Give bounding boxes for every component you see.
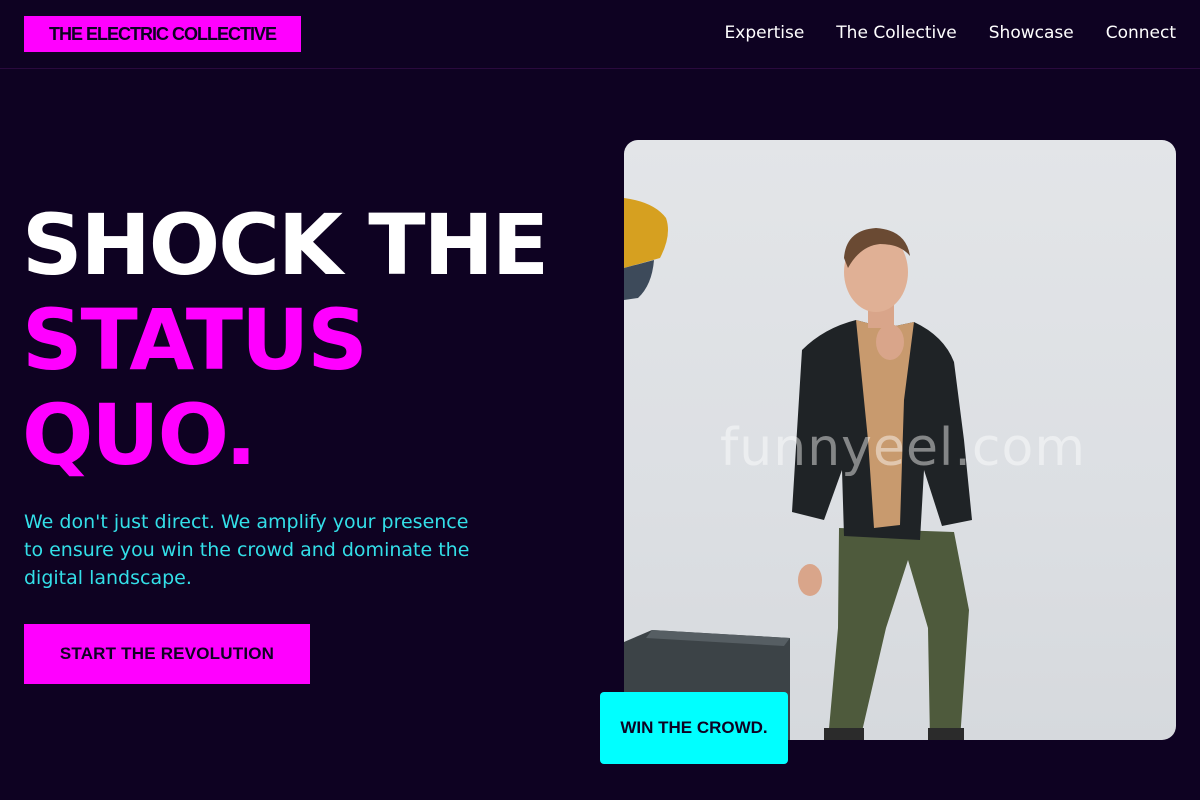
headline-line-2: STATUS [22, 291, 368, 389]
watermark-text: funnyeel.com [720, 418, 1086, 478]
headline-line-1: SHOCK THE [22, 196, 549, 294]
site-header: THE ELECTRIC COLLECTIVE Expertise The Co… [0, 0, 1200, 69]
nav-link-connect[interactable]: Connect [1106, 22, 1176, 44]
nav-link-showcase[interactable]: Showcase [989, 22, 1074, 44]
start-revolution-button[interactable]: START THE REVOLUTION [24, 624, 310, 684]
brand-logo[interactable]: THE ELECTRIC COLLECTIVE [24, 16, 301, 52]
main-nav: Expertise The Collective Showcase Connec… [725, 22, 1176, 44]
hero-image: funnyeel.com [624, 140, 1176, 740]
nav-link-the-collective[interactable]: The Collective [836, 22, 956, 44]
headline-line-3: QUO. [22, 386, 257, 484]
hero-subtext: We don't just direct. We amplify your pr… [24, 511, 470, 589]
hero-headline: SHOCK THE STATUS QUO. [22, 198, 582, 483]
win-the-crowd-badge: WIN THE CROWD. [600, 692, 788, 764]
nav-link-expertise[interactable]: Expertise [725, 22, 805, 44]
